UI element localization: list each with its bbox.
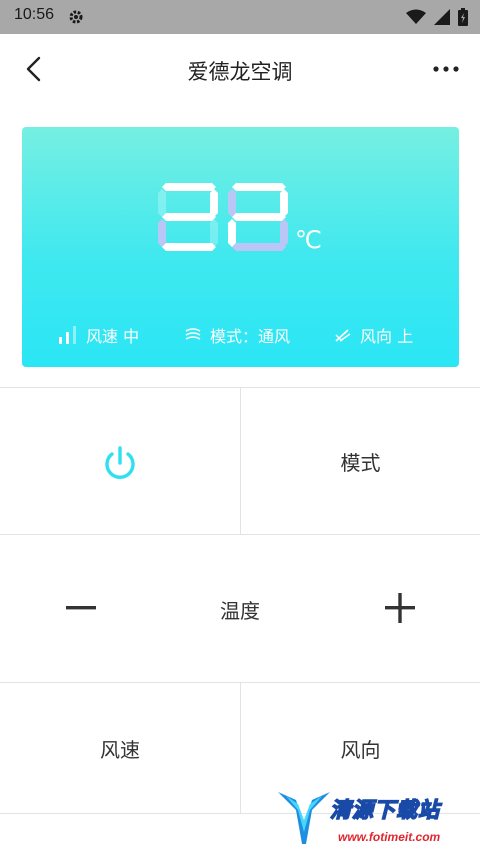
direction-status: 风向 上 [334,323,413,347]
fan-speed-bars-icon [59,326,76,344]
mode-status: 模式：通风 [184,323,290,347]
divider [0,534,480,535]
temperature-increase-button[interactable] [374,582,426,634]
mode-text: 模式：通风 [210,327,291,346]
plus-icon [385,593,415,623]
settings-icon [69,10,83,24]
page-title: 爱德龙空调 [187,60,293,84]
status-icons [406,8,468,26]
fan-speed-button[interactable]: 风速 [0,683,240,813]
temperature-label: 温度 [220,599,260,623]
seven-segment-digits [158,183,288,251]
app-header: 爱德龙空调 [0,34,480,106]
power-button[interactable] [98,442,142,486]
watermark-url: www.fotimeit.com [338,830,441,844]
temperature-decrease-button[interactable] [56,587,106,629]
fan-speed-text: 风速 中 [86,327,140,346]
fan-speed-status: 风速 中 [58,323,139,347]
site-logo-icon [278,792,330,844]
temperature-digits [158,181,294,257]
more-dots-icon [433,66,459,72]
direction-text: 风向 上 [360,327,414,346]
status-time: 10:56 [14,6,55,23]
ventilation-icon [185,328,201,340]
watermark-logo: 清源下载站 www.fotimeit.com [276,786,476,852]
mode-label: 模式 [340,450,381,475]
fan-speed-label: 风速 [100,737,140,762]
signal-icon [434,9,450,25]
mode-button[interactable]: 模式 [241,388,480,534]
wifi-icon [406,9,426,24]
power-icon [105,446,135,479]
wind-direction-label: 风向 [340,737,381,762]
battery-icon [458,8,468,26]
watermark-title: 清源下载站 [329,797,440,822]
wind-direction-icon [335,329,351,342]
minus-icon [66,606,96,610]
device-status-row: 风速 中 模式：通风 风向 上 [22,323,459,347]
more-button[interactable] [426,54,466,84]
temperature-display-card: ℃ 风速 中 模式：通风 风向 上 [22,127,459,367]
temperature-unit: ℃ [295,227,322,254]
